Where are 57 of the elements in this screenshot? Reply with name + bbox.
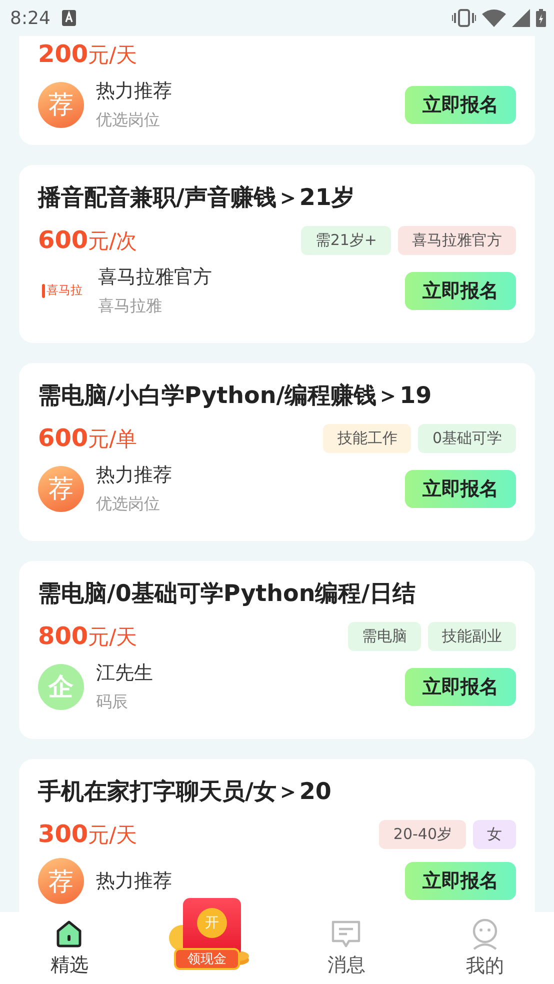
poster-name: 热力推荐 xyxy=(96,463,173,488)
apply-button[interactable]: 立即报名 xyxy=(405,470,516,508)
nav-label: 精选 xyxy=(50,952,88,978)
vibrate-icon xyxy=(452,9,476,27)
status-time: 8:24 xyxy=(10,8,50,28)
job-salary: 300元/天 xyxy=(38,820,138,848)
job-tag: 0基础可学 xyxy=(418,424,516,452)
poster-subtitle: 优选岗位 xyxy=(96,110,161,131)
poster-subtitle: 码辰 xyxy=(96,692,129,713)
message-icon xyxy=(330,918,362,948)
keyboard-icon xyxy=(62,10,76,26)
poster-name: 热力推荐 xyxy=(96,869,173,894)
nav-tab[interactable]: 我的 xyxy=(416,912,554,984)
home-icon xyxy=(54,918,84,948)
nav-tab[interactable]: 消息 xyxy=(277,912,416,984)
battery-icon xyxy=(536,9,546,27)
job-card[interactable]: 需电脑/小白学Python/编程赚钱＞19 600元/单 技能工作 0基础可学 荐 热力推荐 优选岗位 立即报名 xyxy=(19,363,535,541)
job-title: 播音配音兼职/声音赚钱＞21岁 xyxy=(38,184,356,213)
job-card[interactable]: 播音配音兼职/声音赚钱＞21岁 600元/次 需21岁+ 喜马拉雅官方 喜马拉 喜马拉雅官方 喜马拉雅 立即报名 xyxy=(19,165,535,343)
job-salary: 200元/天 xyxy=(38,40,138,68)
wifi-icon xyxy=(482,9,506,27)
nav-label: 我的 xyxy=(466,954,504,978)
poster-name: 江先生 xyxy=(96,661,154,686)
poster-name: 喜马拉雅官方 xyxy=(98,265,213,290)
job-tag: 需21岁+ xyxy=(301,226,391,254)
job-salary: 600元/次 xyxy=(38,226,138,254)
job-tag: 技能工作 xyxy=(323,424,412,452)
cash-reward-label: 领现金 xyxy=(174,948,240,970)
job-tag: 喜马拉雅官方 xyxy=(398,226,516,254)
company-badge: 企 xyxy=(38,664,84,710)
job-title: 需电脑/小白学Python/编程赚钱＞19 xyxy=(38,382,433,411)
recommend-badge: 荐 xyxy=(38,858,84,904)
nav-tab[interactable]: 精选 xyxy=(0,912,138,984)
nav-label: 消息 xyxy=(327,952,366,978)
open-badge: 开 xyxy=(196,908,227,938)
apply-button[interactable]: 立即报名 xyxy=(405,86,516,124)
job-title: 手机在家打字聊天员/女＞20 xyxy=(38,778,332,807)
apply-button[interactable]: 立即报名 xyxy=(405,862,516,900)
recommend-badge: 荐 xyxy=(38,466,84,512)
job-card[interactable]: 手机在家打字聊天员/女＞20 300元/天 20-40岁 女 荐 热力推荐 立即报名 xyxy=(19,759,535,912)
job-tag: 20-40岁 xyxy=(379,820,466,848)
job-card[interactable]: 需电脑/0基础可学Python编程/日结 800元/天 需电脑 技能副业 企 江先生 码辰 立即报名 xyxy=(19,561,535,739)
job-tag: 需电脑 xyxy=(348,622,421,650)
job-tag: 技能副业 xyxy=(428,622,516,650)
poster-subtitle: 喜马拉雅 xyxy=(98,296,163,317)
job-salary: 800元/天 xyxy=(38,622,138,650)
job-salary: 600元/单 xyxy=(38,424,138,452)
job-tag: 女 xyxy=(473,820,516,848)
signal-icon xyxy=(512,9,530,27)
job-title: 需电脑/0基础可学Python编程/日结 xyxy=(38,580,417,609)
apply-button[interactable]: 立即报名 xyxy=(405,272,516,310)
poster-name: 热力推荐 xyxy=(96,79,173,104)
recommend-badge: 荐 xyxy=(38,82,84,128)
poster-subtitle: 优选岗位 xyxy=(96,494,161,515)
apply-button[interactable]: 立即报名 xyxy=(405,668,516,706)
job-card[interactable]: 200元/天 荐 热力推荐 优选岗位 立即报名 xyxy=(19,36,535,145)
brand-logo: 喜马拉 xyxy=(38,280,86,300)
